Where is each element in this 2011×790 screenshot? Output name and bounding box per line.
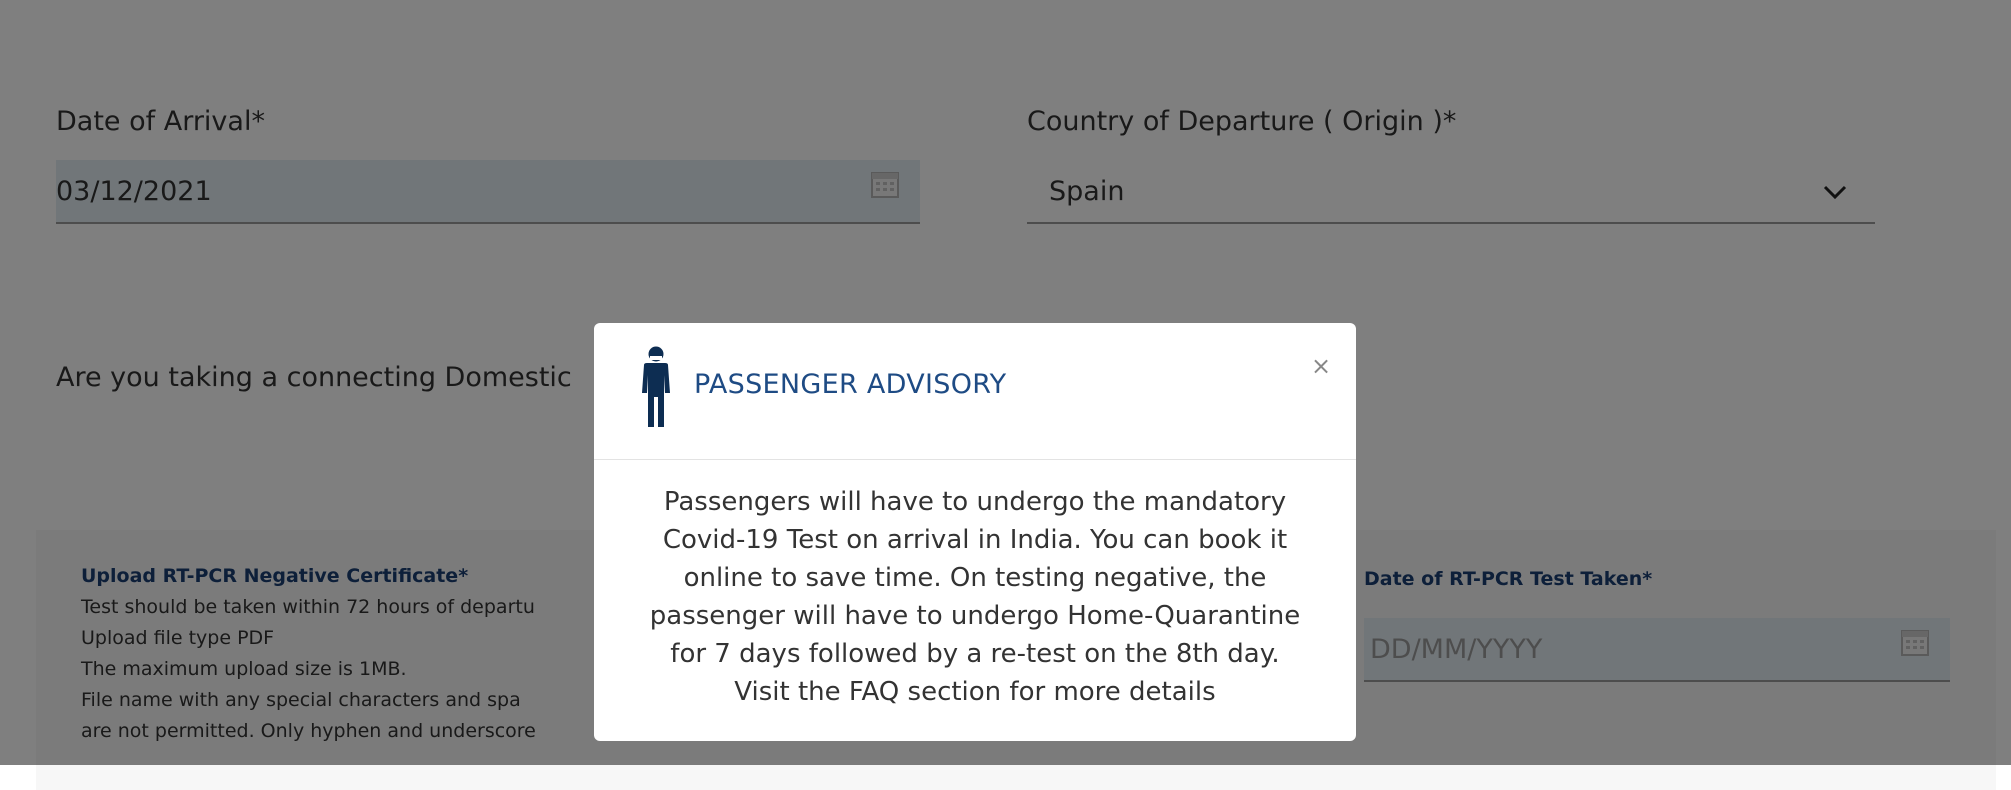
passenger-icon (642, 346, 670, 427)
advisory-line: Visit the FAQ section for more details (734, 677, 1216, 707)
advisory-line: online to save time. On testing negative… (683, 563, 1267, 593)
close-button[interactable]: × (1306, 351, 1336, 381)
advisory-message: Passengers will have to undergo the mand… (614, 483, 1336, 711)
advisory-line: Covid-19 Test on arrival in India. You c… (662, 525, 1288, 555)
modal-title: PASSENGER ADVISORY (694, 369, 1007, 400)
advisory-line: Passengers will have to undergo the mand… (663, 487, 1287, 517)
advisory-line: passenger will have to undergo Home-Quar… (649, 601, 1301, 631)
modal-header: PASSENGER ADVISORY × (594, 323, 1356, 460)
advisory-line: for 7 days followed by a re-test on the … (670, 639, 1280, 669)
passenger-advisory-dialog: PASSENGER ADVISORY × Passengers will hav… (594, 323, 1356, 741)
